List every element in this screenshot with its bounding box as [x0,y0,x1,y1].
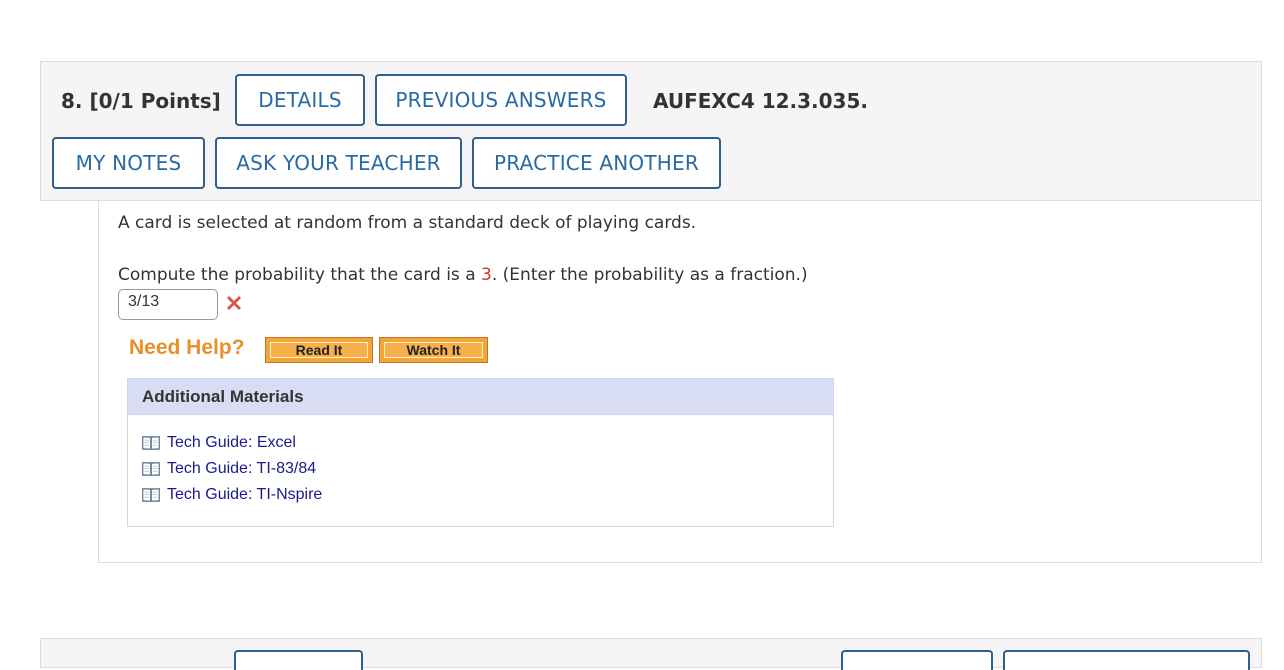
next-question-button-partial[interactable] [234,650,363,670]
question-points: [0/1 Points] [89,89,221,113]
material-link-label: Tech Guide: Excel [167,434,296,451]
material-link-ti-nspire[interactable]: Tech Guide: TI-Nspire [141,483,322,507]
book-icon [142,462,160,476]
question-prompt-line2: Compute the probability that the card is… [118,265,808,285]
next-question-button-partial[interactable] [1003,650,1250,670]
answer-input[interactable]: 3/13 [118,289,218,320]
red-x-icon [224,293,246,315]
material-link-label: Tech Guide: TI-Nspire [167,486,323,503]
question-prompt-line1: A card is selected at random from a stan… [118,213,697,233]
prompt-text-after: . (Enter the probability as a fraction.) [491,265,808,285]
next-question-button-partial[interactable] [841,650,993,670]
problem-code: AUFEXC4 12.3.035. [653,89,868,113]
watch-it-button[interactable]: Watch It [379,337,488,363]
book-icon [142,488,160,502]
additional-materials-title: Additional Materials [128,379,833,415]
need-help-label: Need Help? [129,336,245,359]
material-link-excel[interactable]: Tech Guide: Excel [141,431,296,455]
material-link-ti-83-84[interactable]: Tech Guide: TI-83/84 [141,457,316,481]
read-it-button[interactable]: Read It [265,337,373,363]
ask-your-teacher-button[interactable]: ASK YOUR TEACHER [215,137,462,189]
prompt-highlight-value: 3 [481,265,492,285]
read-it-label: Read It [270,342,368,358]
question-number: 8. [61,89,83,113]
question-number-and-points: 8. [0/1 Points] [61,89,221,113]
previous-answers-button[interactable]: PREVIOUS ANSWERS [375,74,627,126]
my-notes-button[interactable]: MY NOTES [52,137,205,189]
details-button[interactable]: DETAILS [235,74,365,126]
material-link-label: Tech Guide: TI-83/84 [167,460,317,477]
book-icon [142,436,160,450]
prompt-text-before: Compute the probability that the card is… [118,265,482,285]
practice-another-button[interactable]: PRACTICE ANOTHER [472,137,721,189]
watch-it-label: Watch It [384,342,483,358]
